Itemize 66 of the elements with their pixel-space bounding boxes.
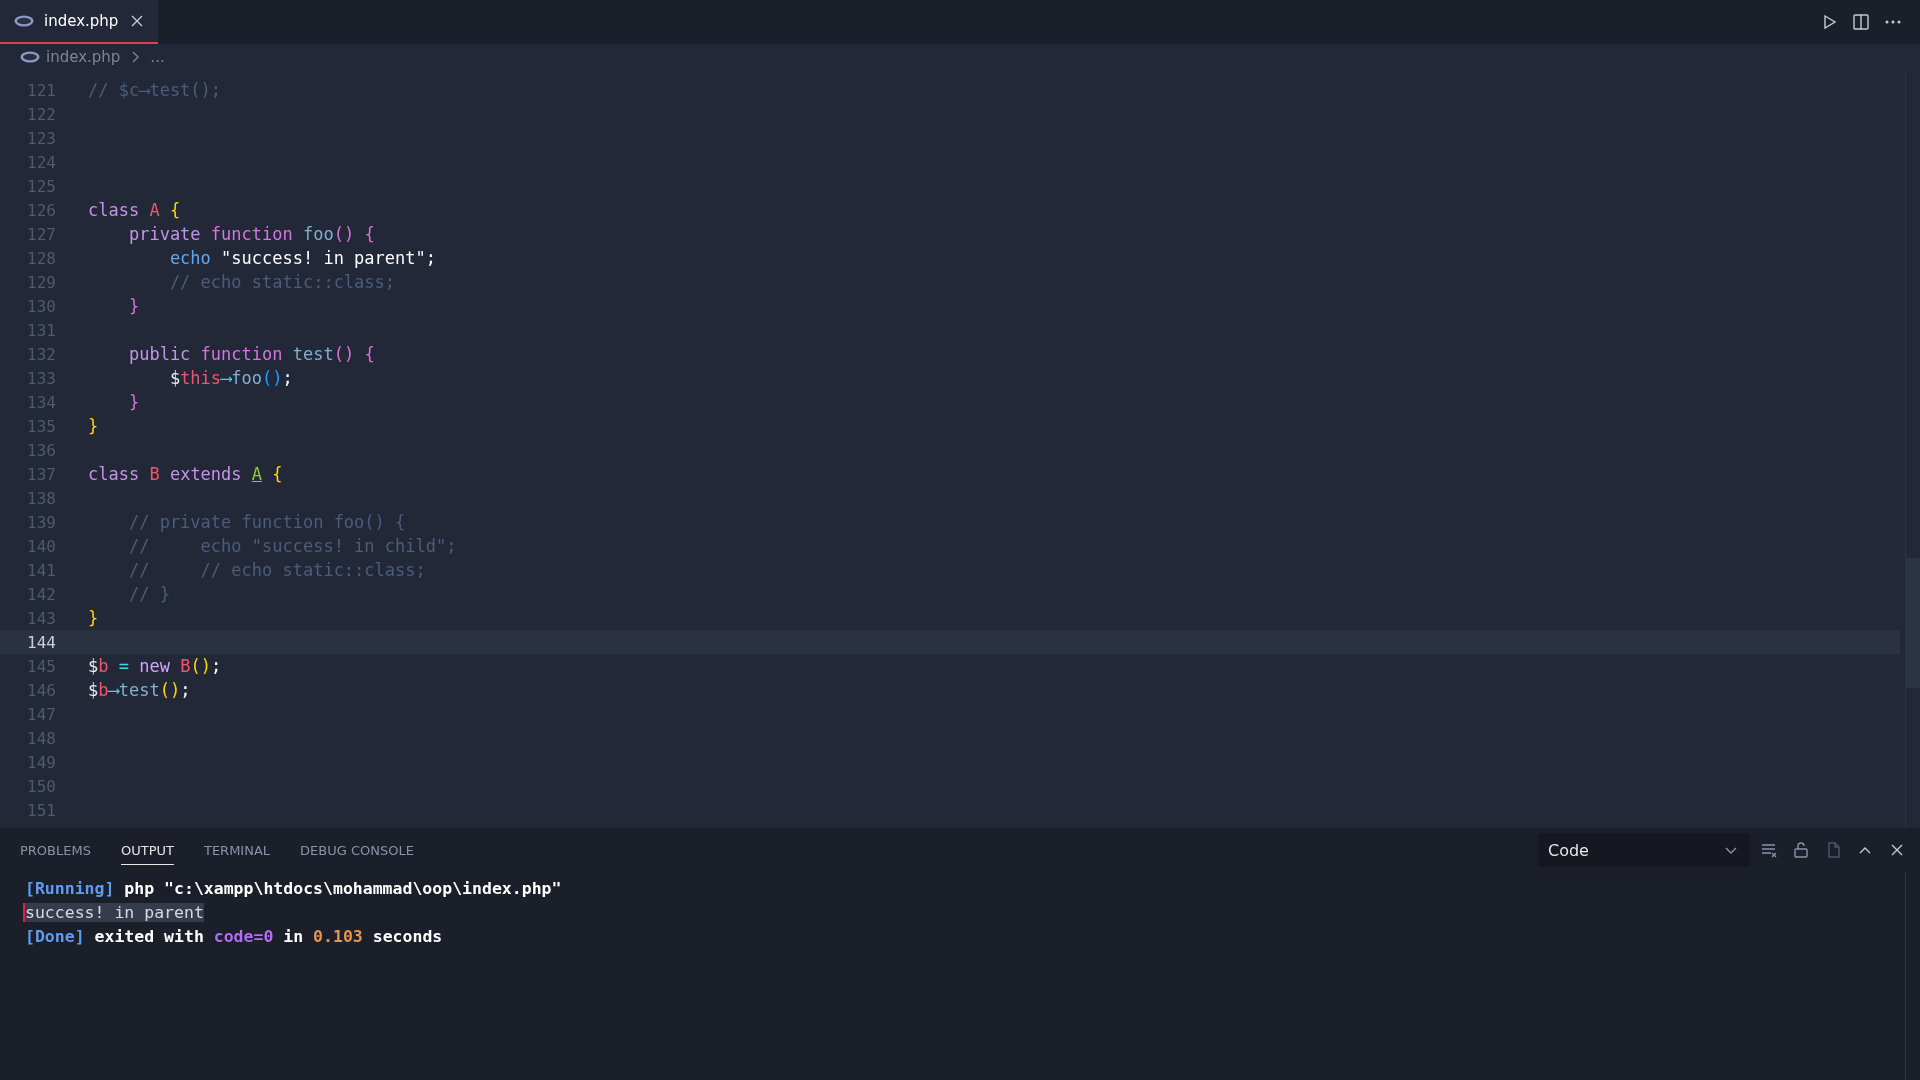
line-number: 126 <box>26 200 56 220</box>
code-line: private function foo() { <box>127 224 375 244</box>
line-number: 140 <box>26 536 56 556</box>
line-number: 141 <box>26 560 56 580</box>
code-line: } <box>127 392 140 412</box>
code-line: } <box>88 608 99 628</box>
scrollbar-track[interactable] <box>1905 70 1920 828</box>
output-line: [Running] php "c:\xampp\htdocs\mohammad\oop\index.php" <box>24 878 562 898</box>
line-number: 127 <box>26 224 56 244</box>
panel-tab[interactable]: PROBLEMS <box>20 835 91 865</box>
line-number: 125 <box>26 176 56 196</box>
output-channel-select[interactable]: Code <box>1538 833 1750 867</box>
php-file-icon <box>14 15 34 27</box>
line-number: 136 <box>26 440 56 460</box>
clear-output-icon[interactable] <box>1760 841 1778 859</box>
line-number: 134 <box>26 392 56 412</box>
split-editor-icon[interactable] <box>1852 13 1870 31</box>
panel-tab[interactable]: OUTPUT <box>120 835 174 865</box>
line-number: 149 <box>26 752 56 772</box>
line-number: 142 <box>26 584 56 604</box>
line-number: 147 <box>26 704 56 724</box>
line-number: 151 <box>26 800 56 820</box>
code-line: // $c⟶test(); <box>88 80 222 100</box>
line-number: 137 <box>26 464 56 484</box>
code-line: $b⟶test(); <box>88 680 191 700</box>
line-number: 138 <box>26 488 56 508</box>
line-number: 131 <box>26 320 56 340</box>
line-number: 130 <box>26 296 56 316</box>
code-line: $b = new B(); <box>88 656 222 676</box>
line-number: 146 <box>26 680 56 700</box>
code-line: } <box>88 416 99 436</box>
line-number: 132 <box>26 344 56 364</box>
line-number: 135 <box>26 416 56 436</box>
code-line: public function test() { <box>127 344 375 364</box>
code-line: echo "success! in parent"; <box>168 248 436 268</box>
file-tab[interactable]: index.php <box>0 0 159 44</box>
line-number: 145 <box>26 656 56 676</box>
line-number: 124 <box>26 152 56 172</box>
unlock-icon[interactable] <box>1792 841 1810 859</box>
tab-label: index.php <box>44 12 119 30</box>
code-line: // echo "success! in child"; <box>127 536 457 556</box>
php-file-icon <box>20 51 40 63</box>
code-line: // private function foo() { <box>127 512 406 532</box>
line-number: 129 <box>26 272 56 292</box>
code-line: } <box>127 296 140 316</box>
line-number: 133 <box>26 368 56 388</box>
panel-tab[interactable]: DEBUG CONSOLE <box>300 835 414 865</box>
line-number: 128 <box>26 248 56 268</box>
code-line: class A { <box>88 200 181 220</box>
code-line: // // echo static::class; <box>127 560 426 580</box>
output-line: [Done] exited with code=0 in 0.103 seconds <box>24 926 443 946</box>
code-line: $this⟶foo(); <box>168 368 293 388</box>
line-number: 122 <box>26 104 56 124</box>
line-number: 143 <box>26 608 56 628</box>
code-line: class B extends A { <box>88 464 283 484</box>
breadcrumb-item[interactable]: ... <box>150 48 165 66</box>
line-number: 150 <box>26 776 56 796</box>
line-number: 144 <box>26 632 56 652</box>
breadcrumb-item[interactable]: index.php <box>46 48 121 66</box>
line-number: 123 <box>26 128 56 148</box>
line-number: 121 <box>26 80 56 100</box>
code-line: // echo static::class; <box>168 272 396 292</box>
line-number: 148 <box>26 728 56 748</box>
line-number: 139 <box>26 512 56 532</box>
code-line: // } <box>127 584 170 604</box>
panel-tab[interactable]: TERMINAL <box>203 835 271 865</box>
